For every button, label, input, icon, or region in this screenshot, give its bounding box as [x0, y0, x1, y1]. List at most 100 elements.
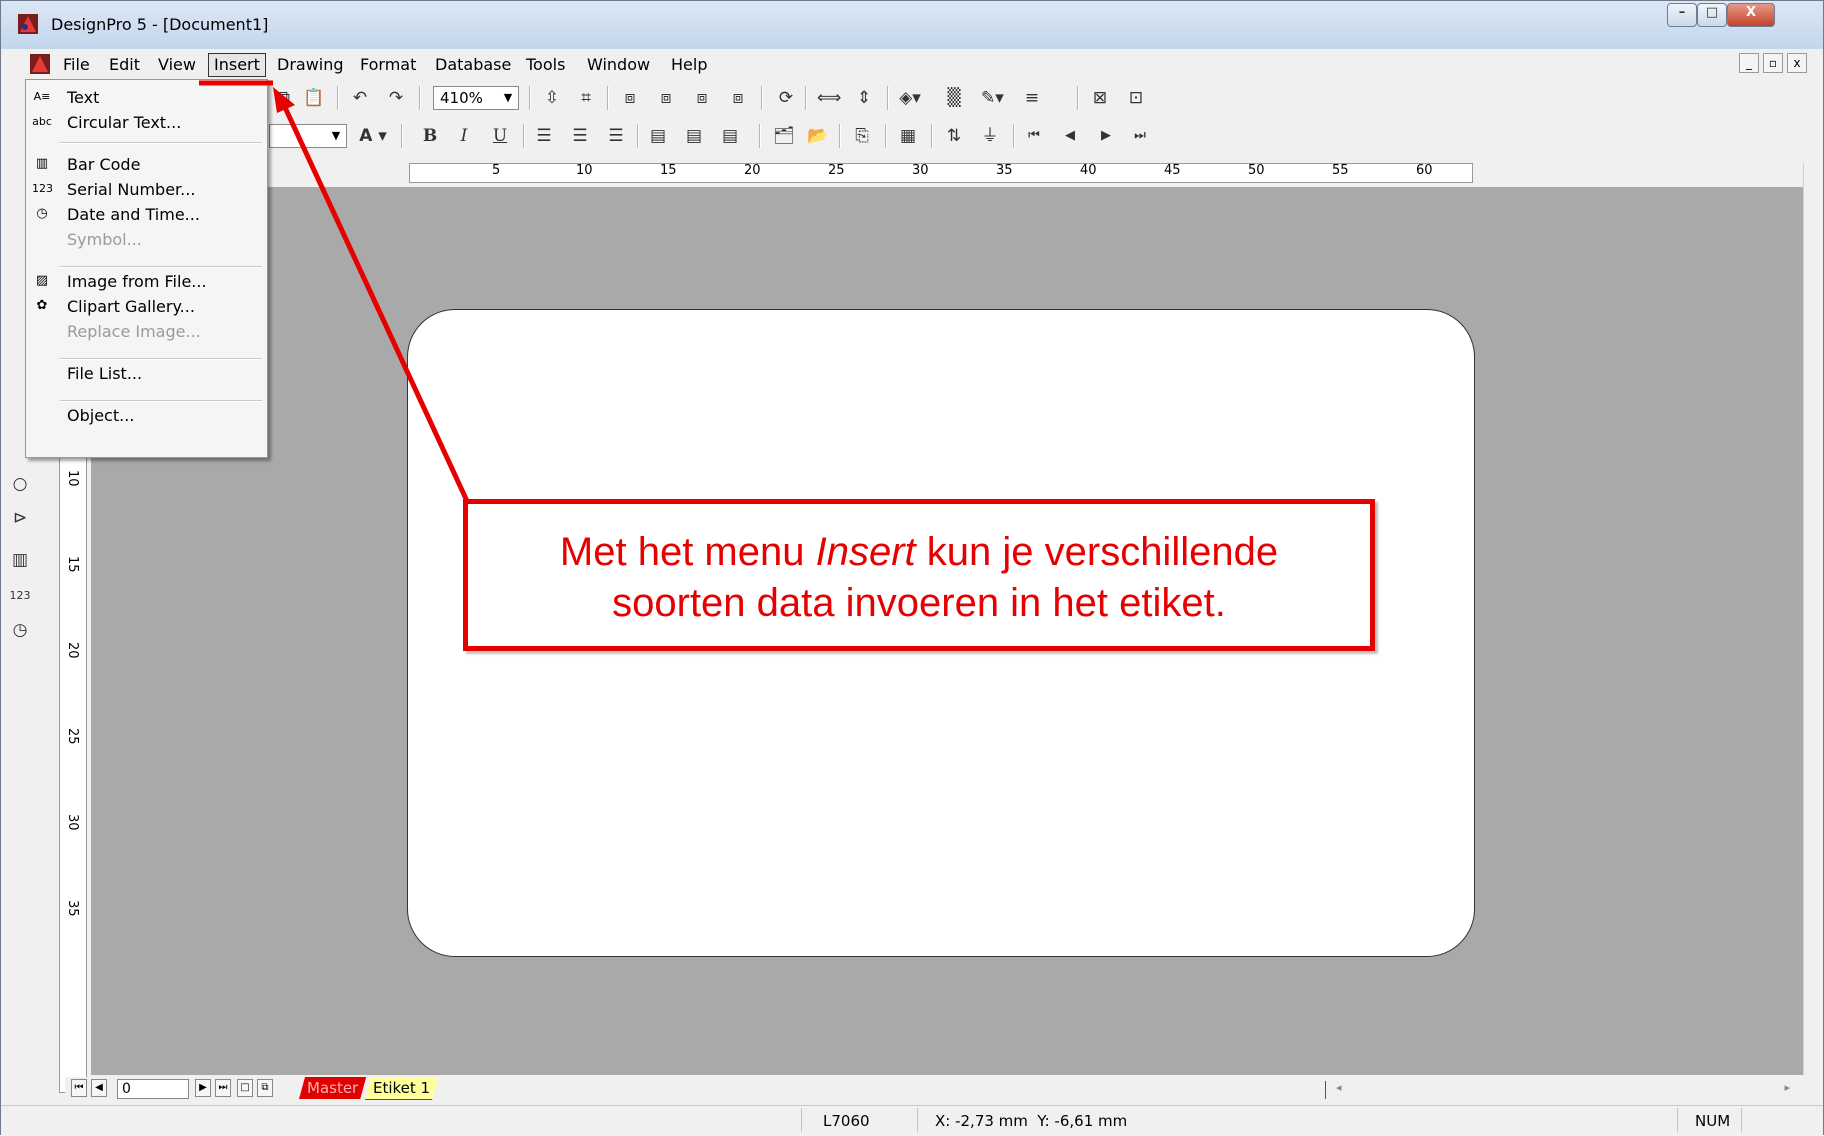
first-page-button[interactable]: ⏮ [71, 1079, 87, 1097]
insert-menu-item[interactable]: ◷ Date and Time... [26, 201, 267, 227]
valign-bottom-icon[interactable]: ▤ [719, 125, 741, 147]
insert-menu-item[interactable]: ▨ Image from File... [26, 268, 267, 294]
record-view-icon[interactable]: ▦ [897, 125, 919, 147]
first-record-icon[interactable]: ⏮ [1023, 125, 1045, 147]
tab-master[interactable]: Master [299, 1077, 366, 1099]
align-left-icon[interactable]: ☰ [533, 125, 555, 147]
polygon-tool-icon[interactable]: ⊳ [9, 507, 31, 529]
new-page-icon[interactable]: □ [237, 1079, 253, 1097]
valign-top-icon[interactable]: ▤ [647, 125, 669, 147]
menu-window[interactable]: Window [582, 54, 655, 76]
flip-vertical-icon[interactable]: ⇕ [853, 87, 875, 109]
ellipse-tool-icon[interactable]: ○ [9, 473, 31, 495]
document-icon[interactable] [29, 53, 51, 75]
align-object-icon[interactable]: ⧈ [619, 87, 641, 109]
insert-menu-item[interactable]: 123 Serial Number... [26, 176, 267, 202]
insert-menu-item[interactable]: File List... [26, 360, 267, 386]
new-database-icon[interactable]: 🗂 [773, 125, 795, 147]
fit-icon[interactable]: ⇳ [541, 87, 563, 109]
annotation-callout: Met het menu Insert kun je verschillende… [463, 499, 1375, 651]
mdi-restore-button[interactable]: ▫ [1763, 53, 1783, 73]
ruler-tick-label: 20 [744, 163, 761, 178]
last-page-button[interactable]: ⏭ [215, 1079, 231, 1097]
minimize-button[interactable]: – [1667, 3, 1697, 27]
copy-page-icon[interactable]: ⧉ [257, 1079, 273, 1097]
maximize-button[interactable]: □ [1697, 3, 1727, 27]
insert-menu-item[interactable]: Object... [26, 402, 267, 428]
insert-menu-item[interactable]: A≡ Text [26, 84, 267, 110]
align-right-icon[interactable]: ☰ [605, 125, 627, 147]
copy-icon[interactable]: ⧉ [273, 87, 295, 109]
redo-icon[interactable]: ↷ [385, 87, 407, 109]
previous-page-button[interactable]: ◀ [91, 1079, 107, 1097]
mdi-close-button[interactable]: x [1787, 53, 1807, 73]
font-size-select[interactable]: ▼ [269, 124, 347, 148]
previous-record-icon[interactable]: ◀ [1059, 125, 1081, 147]
mdi-minimize-button[interactable]: _ [1739, 53, 1759, 73]
scroll-right-icon[interactable]: ▸ [1784, 1081, 1790, 1094]
fill-bucket-icon[interactable]: ◈▾ [899, 87, 921, 109]
insert-menu-dropdown: A≡ Text abc Circular Text... ▥ Bar Code 123 Ser… [25, 79, 268, 458]
ruler-tick-label: 20 [65, 642, 80, 659]
font-color-icon[interactable]: A ▾ [357, 125, 389, 147]
rotate-icon[interactable]: ⟳ [775, 87, 797, 109]
toolbar-separator [805, 86, 807, 110]
resize-icon[interactable]: ⊡ [1125, 87, 1147, 109]
menu-view[interactable]: View [153, 54, 201, 76]
next-page-button[interactable]: ▶ [195, 1079, 211, 1097]
align-center-icon[interactable]: ☰ [569, 125, 591, 147]
menu-insert[interactable]: Insert [208, 53, 266, 77]
tab-etiket-1[interactable]: Etiket 1 [365, 1077, 438, 1100]
menu-tools[interactable]: Tools [521, 54, 570, 76]
menu-help[interactable]: Help [666, 54, 712, 76]
line-style-icon[interactable]: ≡ [1021, 87, 1043, 109]
menu-drawing[interactable]: Drawing [272, 54, 349, 76]
valign-middle-icon[interactable]: ▤ [683, 125, 705, 147]
insert-menu-item-label: Date and Time... [67, 205, 200, 224]
align-object-icon[interactable]: ⧈ [691, 87, 713, 109]
toolbar-separator [931, 124, 933, 148]
serial-number-tool-icon[interactable]: 123 [9, 585, 31, 607]
crop-icon[interactable]: ⌗ [575, 87, 597, 109]
insert-menu-item[interactable]: abc Circular Text... [26, 109, 267, 135]
undo-icon[interactable]: ↶ [349, 87, 371, 109]
menu-file[interactable]: File [58, 54, 95, 76]
vertical-scrollbar[interactable] [1803, 163, 1822, 1075]
horizontal-scrollbar[interactable]: ◂ ▸ [1325, 1081, 1798, 1099]
clipart-icon: ✿ [36, 298, 48, 313]
pattern-icon[interactable]: ▒ [943, 87, 965, 109]
insert-menu-item-label: Serial Number... [67, 180, 196, 199]
date-time-tool-icon[interactable]: ◷ [9, 619, 31, 641]
bold-button[interactable]: B [419, 125, 441, 147]
menu-separator [60, 142, 262, 144]
zoom-select[interactable]: 410% ▼ [433, 86, 519, 110]
align-object-icon[interactable]: ⧈ [655, 87, 677, 109]
pen-color-icon[interactable]: ✎▾ [981, 87, 1004, 109]
toolbar-separator [1013, 124, 1015, 148]
next-record-icon[interactable]: ▶ [1095, 125, 1117, 147]
menu-format[interactable]: Format [355, 54, 421, 76]
underline-button[interactable]: U [489, 125, 511, 147]
open-database-icon[interactable]: 📂 [807, 125, 829, 147]
callout-line-2: soorten data invoeren in het etiket. [612, 581, 1226, 625]
flip-horizontal-icon[interactable]: ⟺ [817, 87, 841, 109]
last-record-icon[interactable]: ⏭ [1129, 125, 1151, 147]
italic-button[interactable]: I [453, 125, 475, 147]
sort-icon[interactable]: ⇅ [943, 125, 965, 147]
barcode-tool-icon[interactable]: ▥ [9, 549, 31, 571]
align-object-icon[interactable]: ⧈ [727, 87, 749, 109]
insert-menu-item[interactable]: ▥ Bar Code [26, 151, 267, 177]
paste-icon[interactable]: 📋 [303, 87, 325, 109]
insert-menu-item[interactable]: ✿ Clipart Gallery... [26, 293, 267, 319]
ruler-tick-label: 35 [996, 163, 1013, 178]
filter-icon[interactable]: ⏚ [979, 125, 1001, 147]
close-button[interactable]: X [1727, 3, 1775, 27]
merge-field-icon[interactable]: ⎘ [851, 125, 873, 147]
menu-edit[interactable]: Edit [104, 54, 145, 76]
scroll-left-icon[interactable]: ◂ [1336, 1081, 1342, 1094]
menu-database[interactable]: Database [430, 54, 516, 76]
ruler-tick-label: 30 [912, 163, 929, 178]
menu-separator [60, 358, 262, 360]
page-number-field[interactable]: 0 [117, 1079, 189, 1099]
resize-icon[interactable]: ⊠ [1089, 87, 1111, 109]
